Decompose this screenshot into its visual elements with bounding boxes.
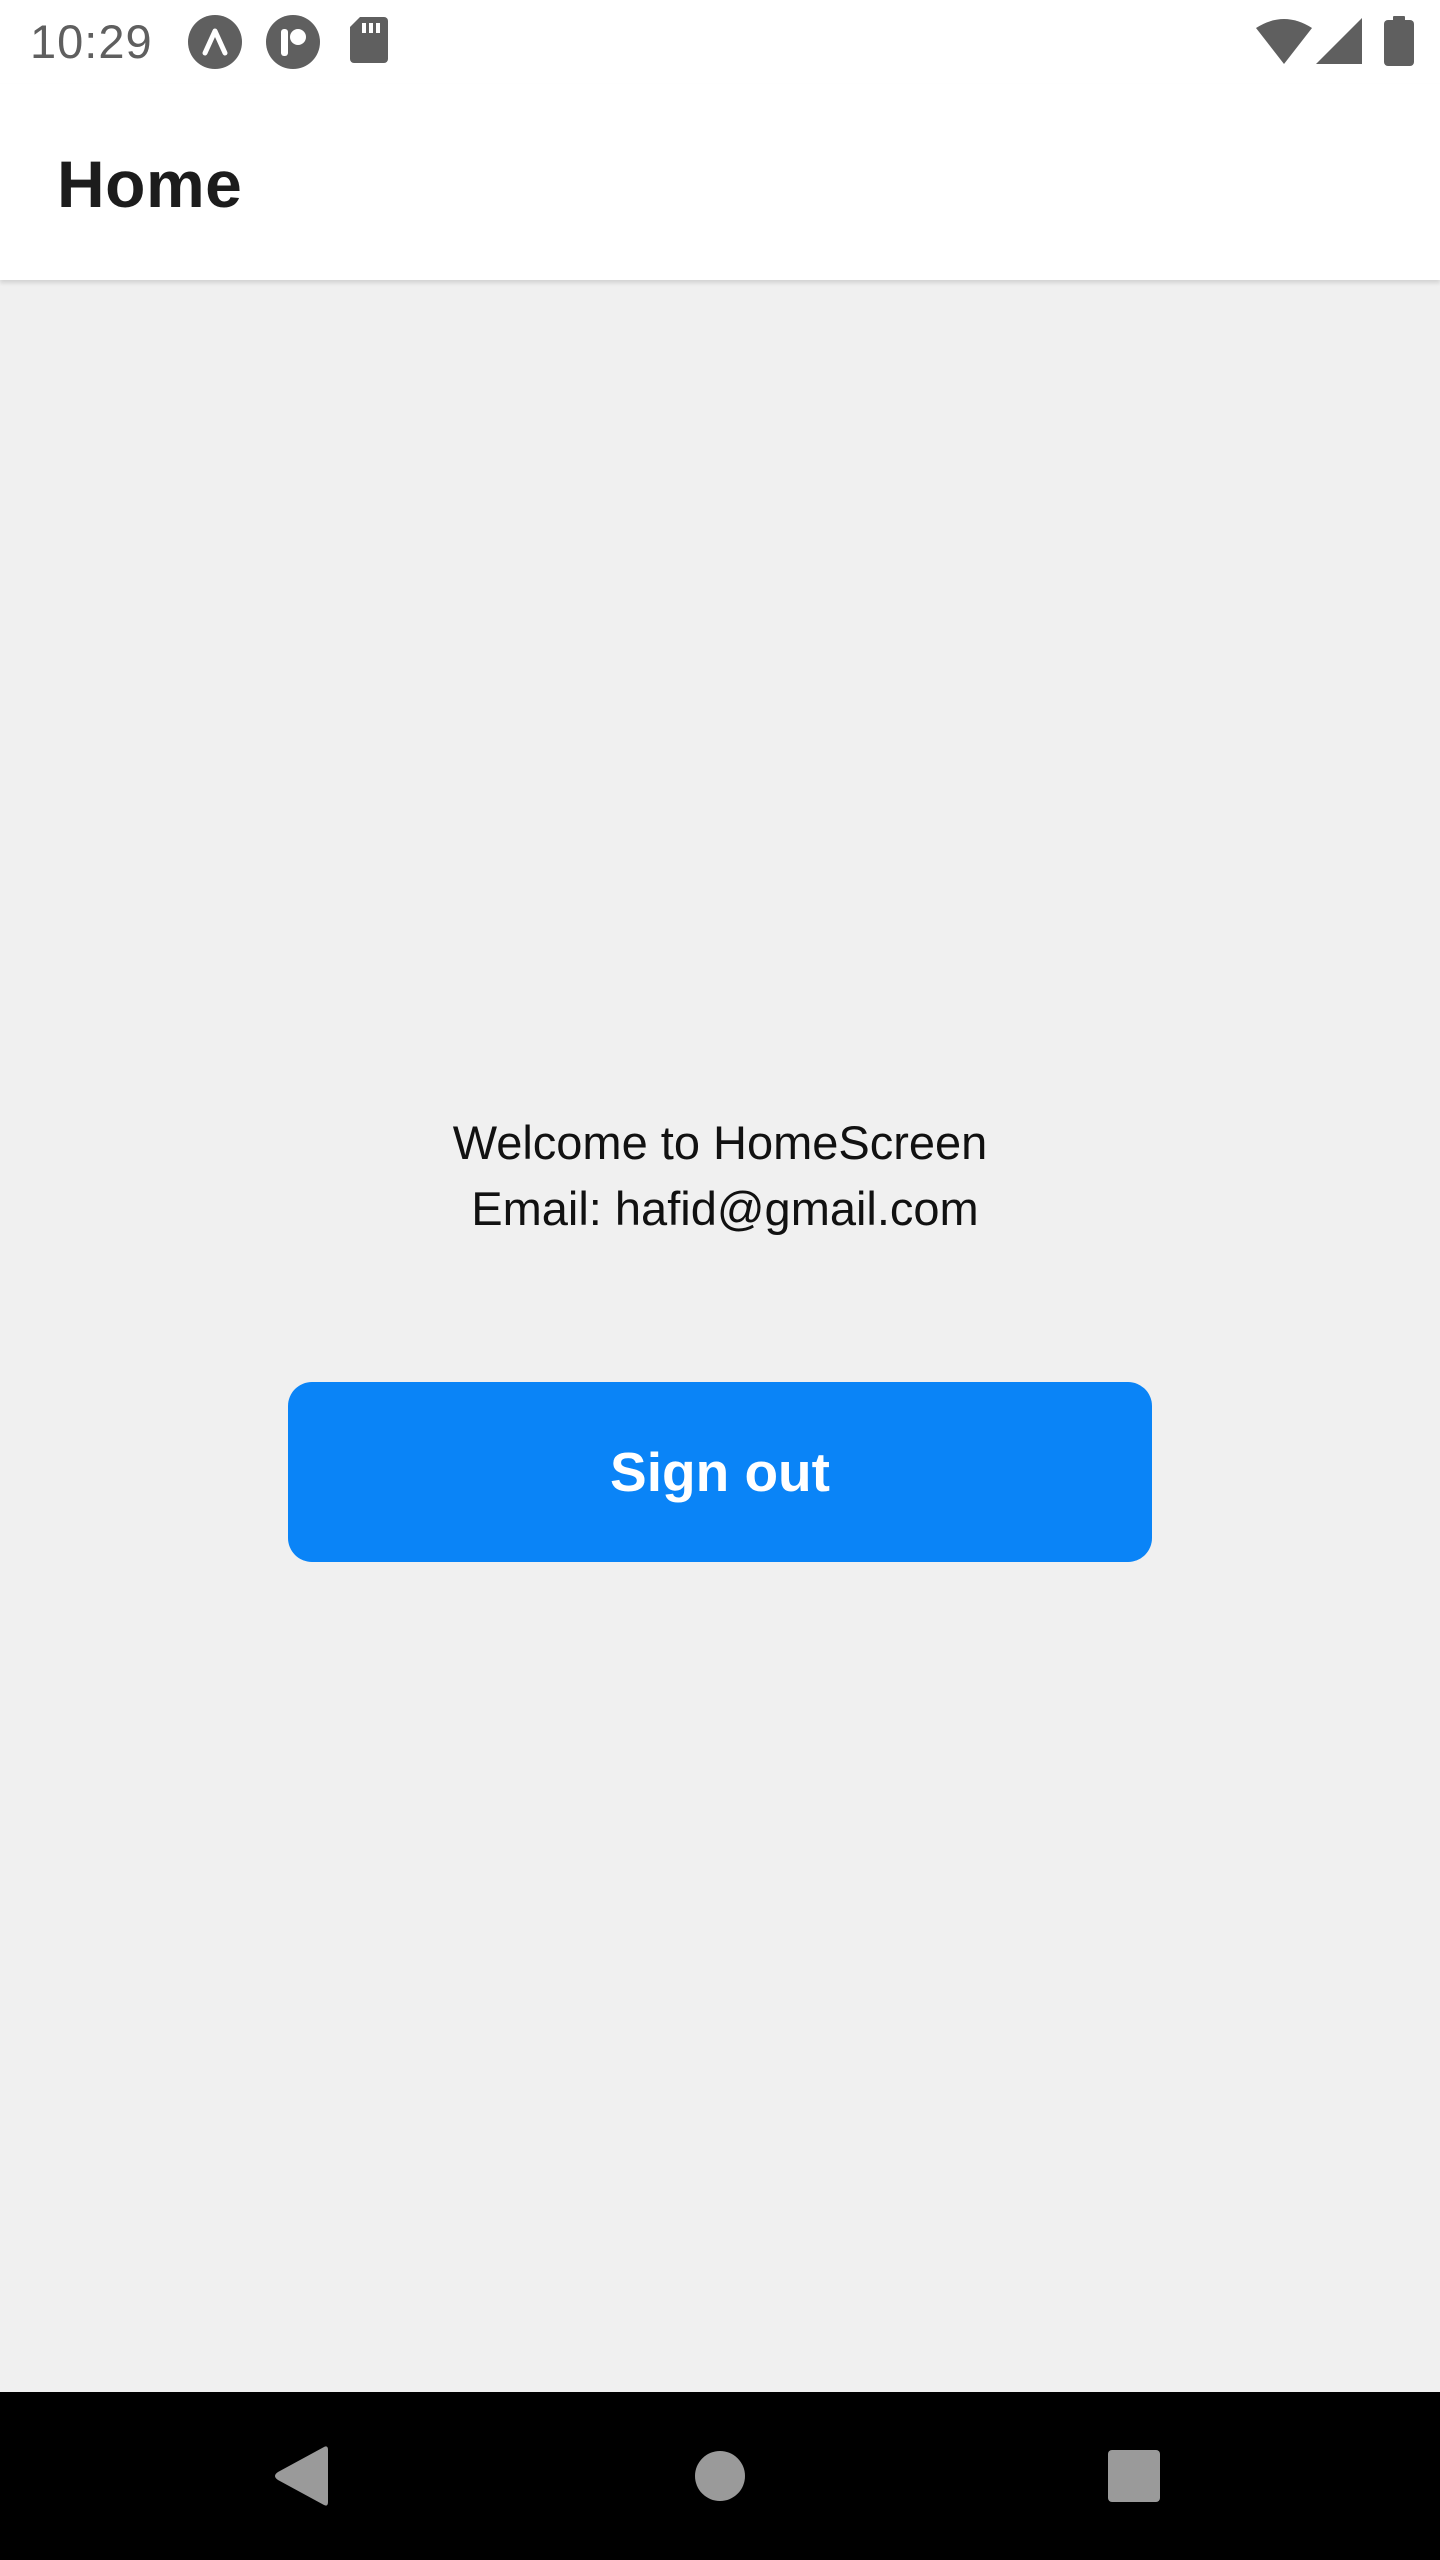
app-header: Home (0, 84, 1440, 280)
status-bar: 10:29 (0, 0, 1440, 84)
welcome-text: Welcome to HomeScreen (452, 1116, 988, 1169)
expo-go-icon (188, 15, 242, 74)
home-icon[interactable] (678, 2434, 762, 2518)
welcome-message: Welcome to HomeScreen Email: hafid@gmail… (0, 1110, 1440, 1242)
app-screen: 10:29 Home Welcome to HomeScreen Email: … (0, 0, 1440, 2560)
user-email-text: Email: hafid@gmail.com (471, 1182, 979, 1235)
sd-card-icon (348, 15, 390, 70)
system-navigation-bar (0, 2392, 1440, 2560)
page-title: Home (57, 147, 243, 221)
status-time: 10:29 (30, 15, 153, 68)
react-devtools-icon (266, 15, 320, 74)
cell-signal-icon (1316, 18, 1362, 69)
sign-out-button[interactable]: Sign out (288, 1382, 1152, 1562)
battery-icon (1384, 16, 1414, 71)
wifi-icon (1256, 18, 1312, 69)
back-icon[interactable] (258, 2434, 342, 2518)
recents-icon[interactable] (1092, 2434, 1176, 2518)
